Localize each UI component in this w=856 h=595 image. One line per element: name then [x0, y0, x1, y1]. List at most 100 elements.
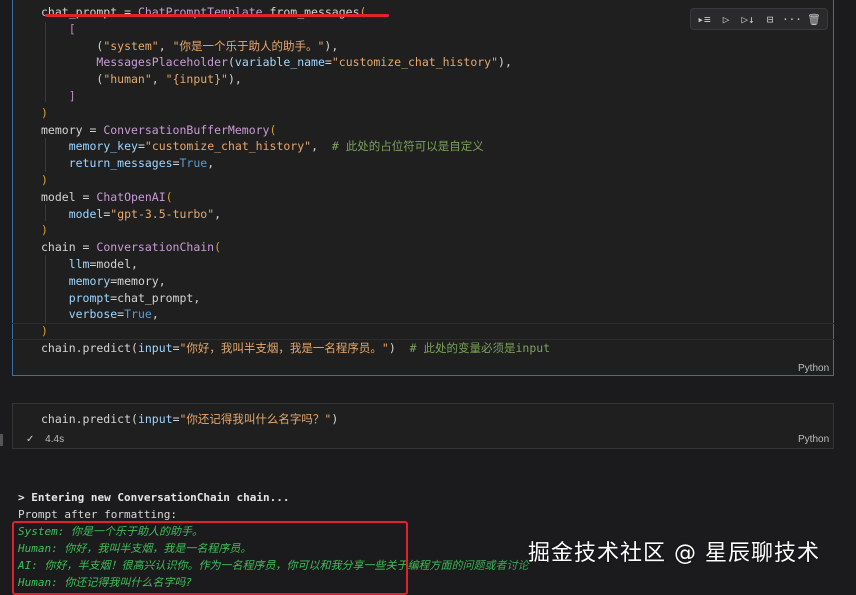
code-token: input: [137, 341, 173, 355]
code-token: =: [137, 139, 145, 154]
check-icon: ✓: [26, 434, 35, 445]
code-token: ,: [214, 206, 222, 221]
code-token: (: [227, 55, 235, 70]
code-token: =: [172, 341, 180, 355]
code-token: ): [41, 324, 48, 339]
code-line[interactable]: model = ChatOpenAI(: [41, 189, 173, 205]
code-token: (: [269, 122, 277, 137]
delete-icon[interactable]: 🗑: [805, 10, 823, 28]
code-token: "你还记得我叫什么名字吗？": [179, 412, 332, 426]
code-line[interactable]: chain = ConversationChain(: [41, 239, 221, 255]
code-token: chain.predict(: [41, 412, 138, 426]
code-token: # 此处的占位符可以是自定义: [331, 139, 484, 154]
current-line-highlight: [12, 323, 834, 340]
code-token: memory =: [41, 122, 104, 137]
code-token: "你是一个乐于助人的助手。": [172, 38, 325, 53]
code-token: ,: [151, 307, 159, 322]
cell-language-label-2[interactable]: Python: [798, 434, 829, 445]
code-token: memory_key: [68, 139, 138, 154]
output-line: > Entering new ConversationChain chain..…: [18, 491, 290, 504]
code-token: chain =: [41, 240, 97, 255]
code-token: memory: [68, 273, 111, 288]
code-token: ConversationChain: [96, 240, 215, 255]
code-token: ]: [68, 89, 76, 103]
code-line[interactable]: ): [41, 105, 48, 121]
execution-order-marker: [0, 434, 3, 446]
run-by-line-icon[interactable]: ▸≡: [695, 10, 713, 28]
code-token: variable_name: [234, 55, 325, 70]
code-token: chain.predict(: [41, 341, 138, 355]
code-line[interactable]: chat_prompt = ChatPromptTemplate.from_me…: [41, 4, 366, 20]
code-token: =model,: [89, 257, 138, 271]
code-token: (: [41, 72, 104, 87]
code-token: ,: [158, 38, 173, 53]
execute-above-icon[interactable]: ▷: [717, 10, 735, 28]
execution-status: ✓ 4.4s: [26, 434, 64, 445]
code-token: ): [388, 341, 410, 355]
watermark-text: 掘金技术社区 @ 星辰聊技术: [528, 541, 820, 566]
red-underline-annotation: [45, 14, 389, 17]
red-box-annotation: [12, 521, 408, 595]
code-token: =: [172, 156, 180, 171]
code-token: "customize_chat_history": [144, 139, 312, 154]
code-line[interactable]: return_messages=True,: [41, 155, 214, 171]
cell-language-label[interactable]: Python: [798, 363, 829, 374]
code-line[interactable]: memory_key="customize_chat_history", # 此…: [41, 138, 484, 154]
code-line[interactable]: MessagesPlaceholder(variable_name="custo…: [41, 54, 512, 70]
code-line[interactable]: ]: [41, 88, 76, 104]
code-line[interactable]: ("system", "你是一个乐于助人的助手。"),: [41, 38, 338, 54]
code-token: =: [172, 412, 180, 426]
code-line[interactable]: verbose=True,: [41, 306, 159, 322]
code-token: (: [165, 189, 173, 204]
code-token: model =: [41, 189, 97, 204]
code-token: (: [214, 240, 222, 255]
code-token: =chat_prompt,: [110, 290, 201, 305]
code-token: ): [331, 412, 339, 426]
code-token: ,: [207, 156, 215, 171]
code-line[interactable]: [: [41, 21, 76, 37]
code-token: =: [324, 55, 332, 70]
code-token: "{input}": [165, 72, 228, 87]
more-icon[interactable]: ···: [782, 10, 802, 28]
code-token: "system": [103, 38, 159, 53]
code-line[interactable]: llm=model,: [41, 256, 138, 272]
execution-time: 4.4s: [45, 434, 65, 445]
split-cell-icon[interactable]: ⊟: [761, 10, 779, 28]
code-line[interactable]: chain.predict(input="你还记得我叫什么名字吗？"): [41, 411, 338, 427]
execute-below-icon[interactable]: ▷↓: [739, 10, 757, 28]
code-token: True: [124, 307, 152, 322]
code-token: (: [41, 38, 104, 53]
code-line[interactable]: ): [41, 222, 48, 238]
code-line[interactable]: memory=memory,: [41, 273, 166, 289]
code-token: ): [41, 173, 48, 187]
code-token: =memory,: [110, 273, 166, 288]
code-token: "human": [103, 72, 152, 87]
code-token: prompt: [68, 290, 111, 305]
code-line[interactable]: memory = ConversationBufferMemory(: [41, 122, 276, 138]
code-token: llm: [68, 257, 90, 271]
code-token: ConversationBufferMemory: [103, 122, 270, 137]
code-token: ): [41, 223, 48, 238]
code-token: ,: [151, 72, 166, 87]
code-token: # 此处的变量必须是input: [409, 341, 551, 355]
code-line[interactable]: ("human", "{input}"),: [41, 71, 241, 87]
code-token: input: [137, 412, 173, 426]
code-line[interactable]: prompt=chat_prompt,: [41, 290, 201, 306]
code-token: ,: [311, 139, 332, 154]
code-token: ),: [498, 55, 512, 70]
code-token: ),: [324, 38, 339, 53]
code-line[interactable]: ): [41, 323, 48, 339]
code-token: "gpt-3.5-turbo": [110, 206, 215, 221]
code-token: "你好，我叫半支烟，我是一名程序员。": [179, 341, 389, 355]
code-line[interactable]: chain.predict(input="你好，我叫半支烟，我是一名程序员。")…: [41, 340, 550, 356]
code-line[interactable]: model="gpt-3.5-turbo",: [41, 206, 221, 222]
code-line[interactable]: ): [41, 172, 48, 188]
